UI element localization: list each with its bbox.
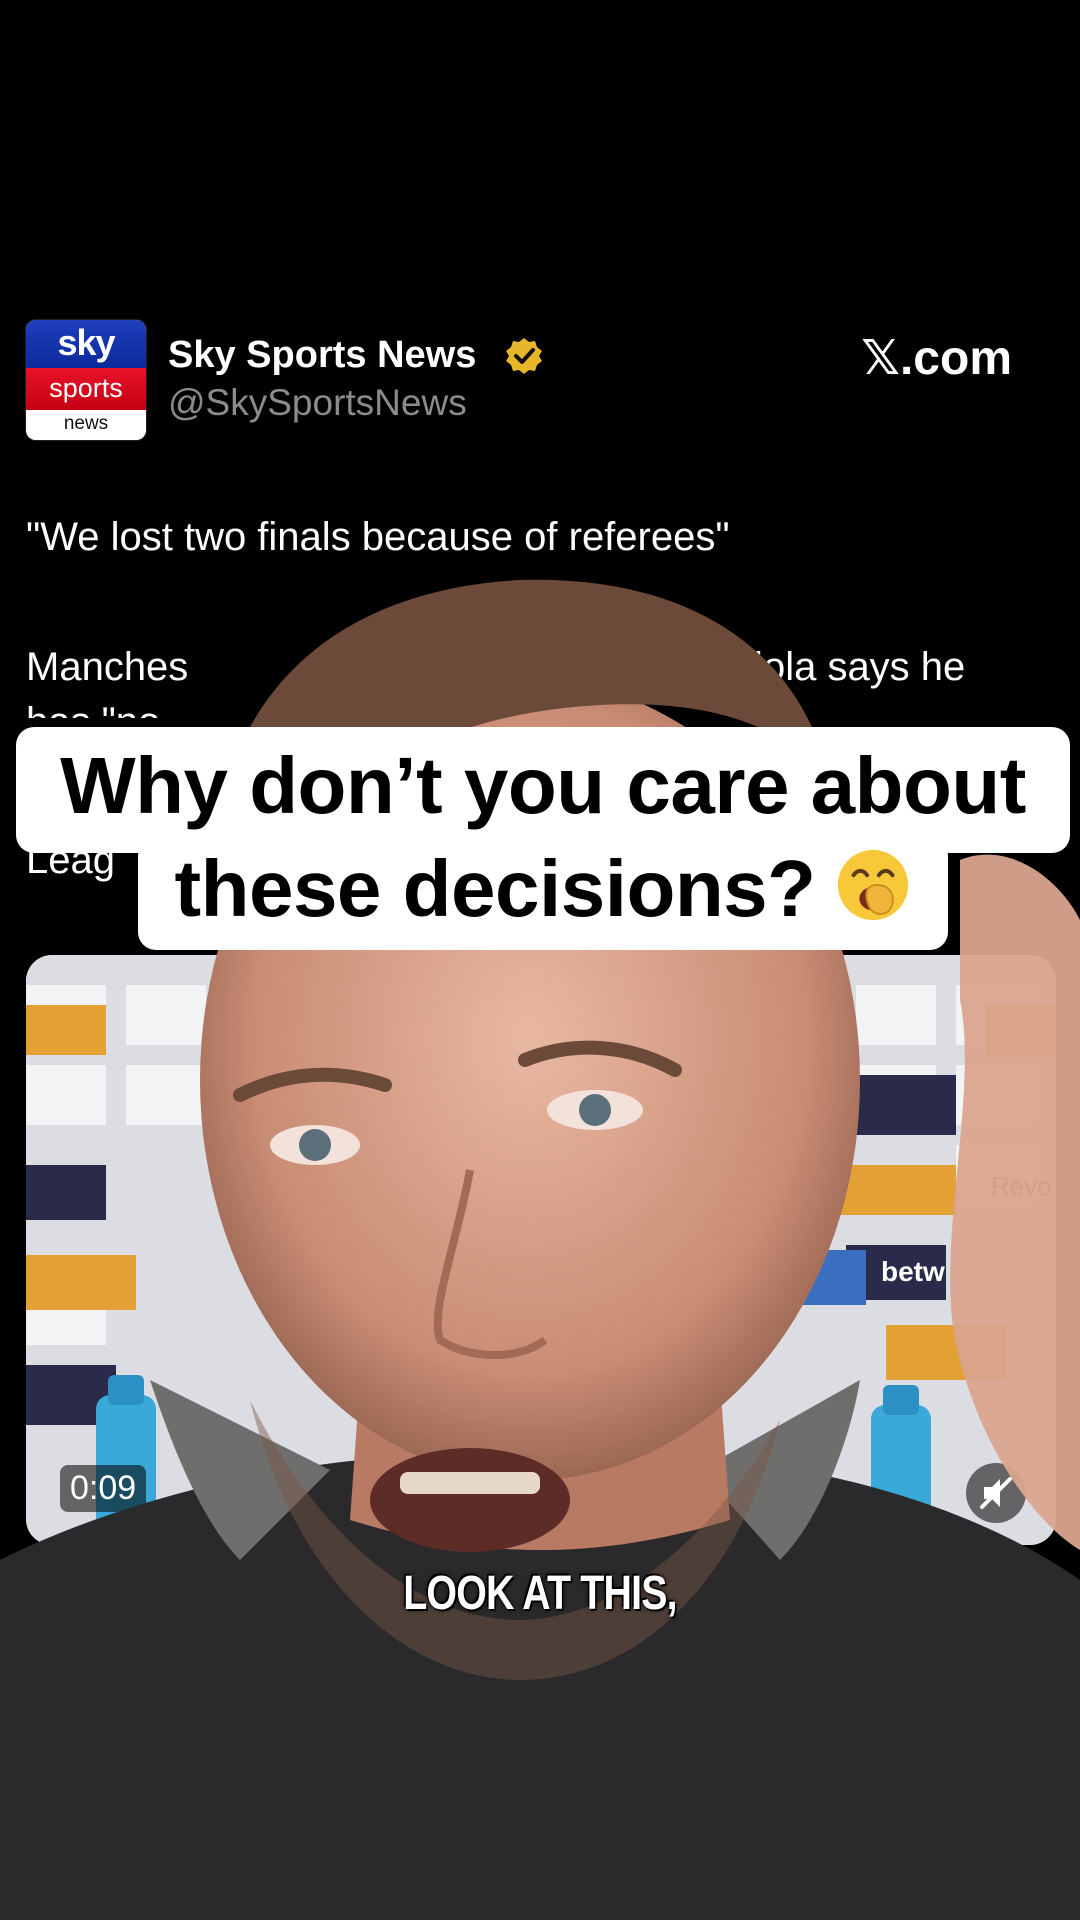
muted-speaker-icon[interactable] (966, 1463, 1026, 1523)
embedded-video[interactable]: betw Revo 0:09 (26, 955, 1056, 1545)
video-timestamp: 0:09 (60, 1465, 147, 1512)
sky-sports-news-logo: sky sports news (26, 320, 146, 440)
spoken-subtitle: LOOK AT THIS, (403, 1567, 677, 1620)
logo-sports: sports (26, 368, 146, 410)
svg-text:betw: betw (881, 1256, 945, 1287)
account-name: Sky Sports News (168, 334, 477, 376)
tweet-header: sky sports news Sky Sports News @SkySpor… (26, 320, 1056, 440)
tweet-body-right: uardiola says he (674, 645, 966, 689)
video-frame[interactable]: sky sports news Sky Sports News @SkySpor… (0, 0, 1080, 1920)
sponsor-backdrop: betw Revo (26, 955, 1056, 1545)
yawning-face-icon (837, 849, 908, 921)
logo-sky: sky (26, 320, 146, 368)
tweet-body-line: Manches uardiola says he (26, 645, 1056, 690)
tweet-quote: "We lost two finals because of referees" (26, 515, 730, 559)
caption-line-2: these decisions? (138, 843, 948, 935)
verified-badge-icon (506, 338, 542, 374)
caption-line-1: Why don’t you care about (60, 741, 1026, 830)
account-handle: @SkySportsNews (168, 382, 467, 423)
svg-text:Revo: Revo (991, 1171, 1052, 1201)
tweet-body-left: Manches (26, 645, 189, 689)
logo-news: news (26, 410, 146, 440)
x-com-label: 𝕏.com (861, 332, 1012, 385)
caption-line-2-text: these decisions? (174, 844, 816, 933)
